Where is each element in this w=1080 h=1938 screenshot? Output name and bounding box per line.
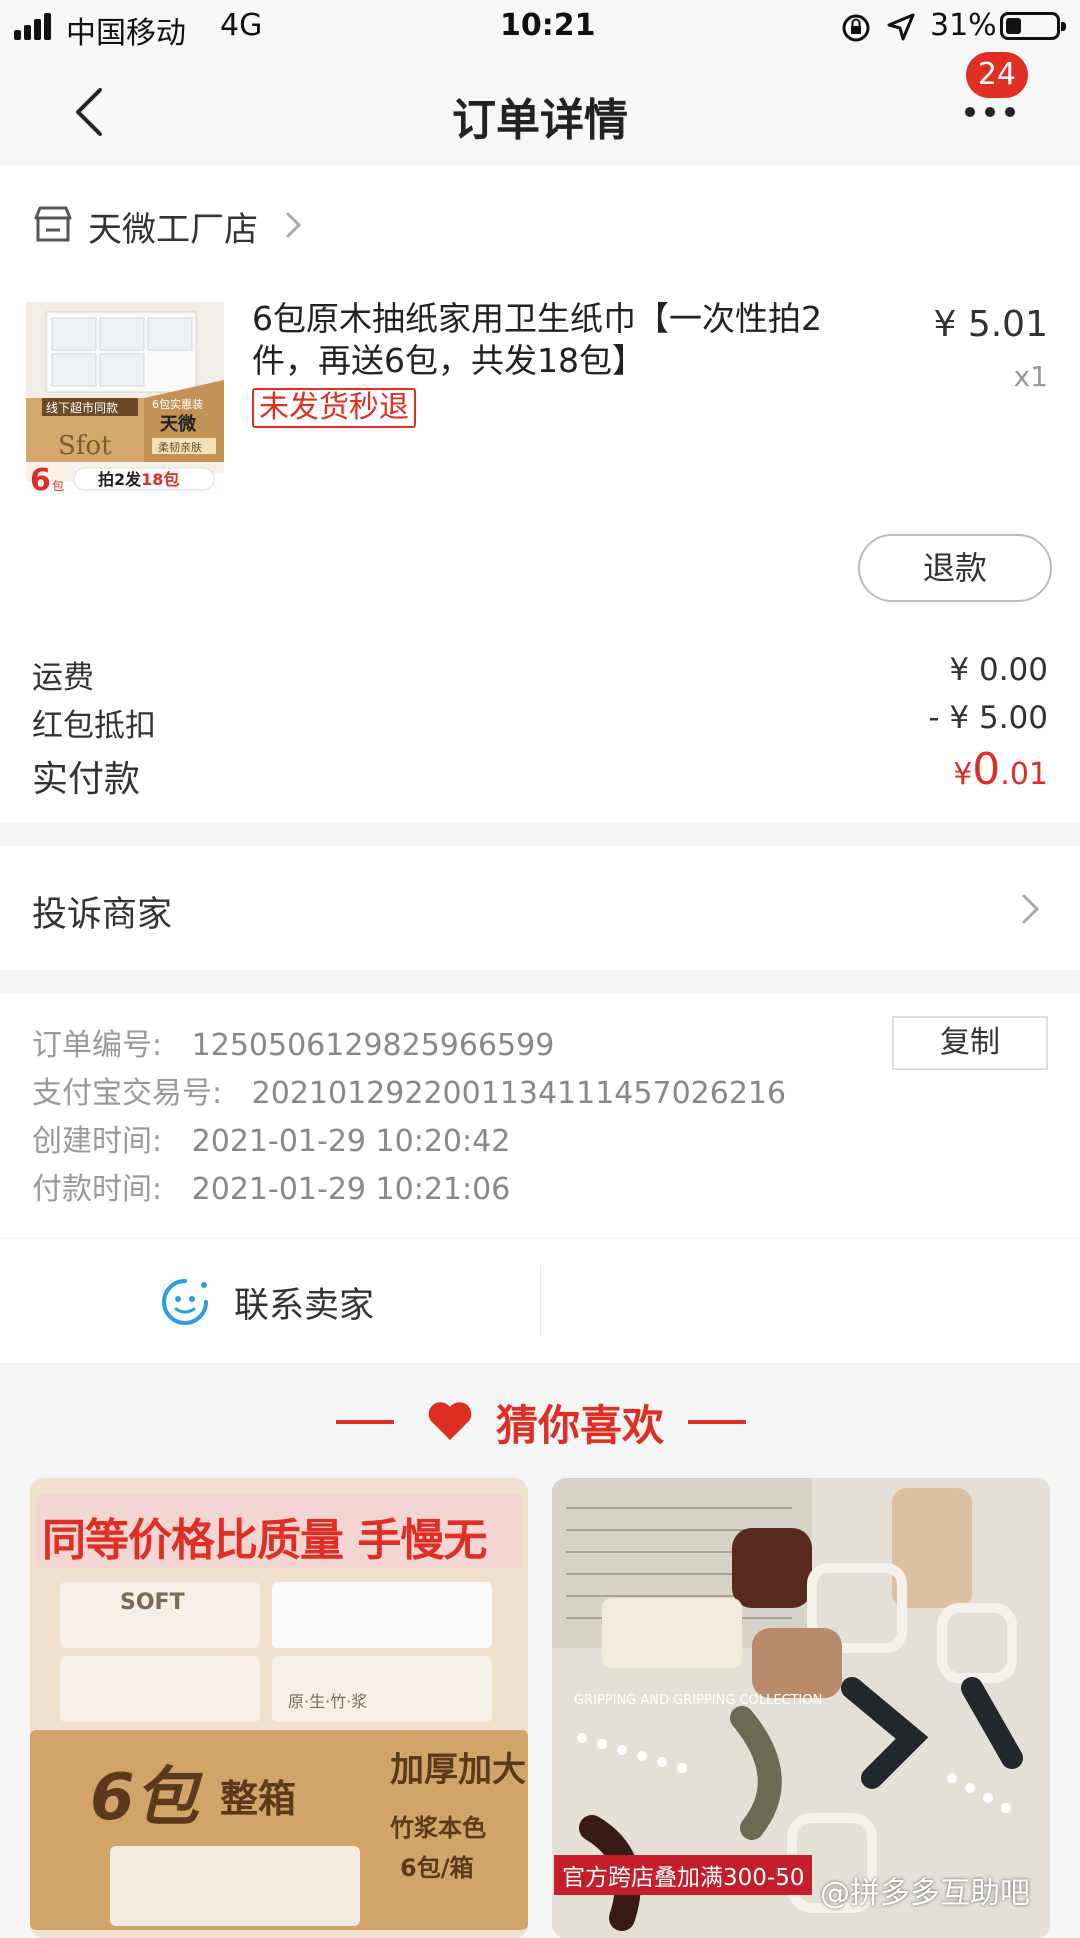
card-promo: 官方跨店叠加满300-50: [554, 1855, 813, 1895]
card-banner: 同等价格比质量 手慢无: [36, 1494, 522, 1568]
copy-button[interactable]: 复制: [892, 1016, 1048, 1070]
order-number-label: 订单编号:: [32, 1028, 163, 1063]
watermark: @拼多多互助吧: [820, 1876, 1030, 1911]
heart-icon: [428, 1402, 472, 1440]
contact-seller-label: 联系卖家: [234, 1286, 375, 1326]
store-row[interactable]: 天微工厂店: [0, 166, 1080, 284]
card-brand: SOFT: [120, 1590, 185, 1615]
chevron-right-icon: [285, 211, 302, 239]
paid-amount: ¥0.01: [953, 744, 1048, 795]
product-card: 线下超市同款 Sfot 6包实惠装 天微 柔韧亲肤 6 包 拍2发18包 6包原…: [0, 284, 1080, 626]
status-bar: 中国移动 4G 10:21 31%: [0, 0, 1080, 56]
divider: [336, 1420, 394, 1424]
complaint-row[interactable]: 投诉商家: [0, 846, 1080, 970]
product-image-slogan: 柔韧亲肤: [158, 440, 202, 454]
order-number-row: 订单编号: 1250506129825966599: [32, 1020, 554, 1064]
complaint-label: 投诉商家: [32, 895, 173, 935]
card-tag-1: 竹浆本色: [390, 1814, 486, 1842]
paid-time-label: 付款时间:: [32, 1172, 163, 1207]
product-price: ¥ 5.01: [933, 304, 1048, 345]
coupon-value: - ¥ 5.00: [928, 700, 1048, 736]
chevron-right-icon: [1021, 893, 1040, 925]
product-image-count: 6: [30, 463, 51, 494]
coupon-label: 红包抵扣: [32, 708, 156, 744]
card-sub: 原·生·竹·浆: [288, 1692, 368, 1711]
product-image-brand-en: Sfot: [58, 431, 112, 461]
refund-button[interactable]: 退款: [858, 534, 1052, 602]
card-tag-2: 6包/箱: [400, 1854, 474, 1882]
svg-text:拍2发18包: 拍2发18包: [98, 470, 179, 489]
recommend-title: 猜你喜欢: [496, 1401, 665, 1450]
network-type: 4G: [220, 8, 263, 43]
paid-time-row: 付款时间: 2021-01-29 10:21:06: [32, 1164, 510, 1208]
card-big-text: 6包: [90, 1761, 199, 1835]
paid-time: 2021-01-29 10:21:06: [191, 1172, 511, 1207]
product-image-unit: 包: [52, 479, 64, 493]
battery-icon: [1000, 12, 1066, 40]
product-quantity: x1: [1013, 360, 1048, 393]
card-side-text: 加厚加大: [390, 1750, 526, 1790]
product-tag: 未发货秒退: [252, 388, 416, 428]
rotation-lock-icon: [842, 14, 870, 42]
divider: [540, 1265, 541, 1337]
battery-percent: 31%: [930, 8, 997, 43]
alipay-number: 2021012922001134111457026216: [251, 1076, 787, 1111]
store-name: 天微工厂店: [88, 210, 258, 250]
paid-int: 0: [972, 744, 1001, 795]
store-icon: [34, 206, 72, 242]
card-banner-text: 同等价格比质量 手慢无: [42, 1515, 487, 1566]
clock: 10:21: [500, 8, 596, 43]
order-number: 1250506129825966599: [191, 1028, 555, 1063]
shipping-label: 运费: [32, 660, 94, 696]
product-image-promo-prefix: 拍2发: [98, 470, 142, 489]
card-big-text-2: 整箱: [220, 1777, 297, 1821]
paid-currency: ¥: [953, 757, 973, 792]
shipping-value: ¥ 0.00: [949, 652, 1048, 688]
page-title: 订单详情: [452, 95, 628, 146]
paid-label: 实付款: [32, 759, 141, 800]
order-info: 订单编号: 1250506129825966599 复制 支付宝交易号: 202…: [0, 994, 1080, 1239]
created-time: 2021-01-29 10:20:42: [191, 1124, 511, 1159]
contact-seller-button[interactable]: 联系卖家: [0, 1239, 1080, 1363]
created-row: 创建时间: 2021-01-29 10:20:42: [32, 1116, 510, 1160]
product-title[interactable]: 6包原木抽纸家用卫生纸巾【一次性拍2件，再送6包，共发18包】: [252, 298, 872, 382]
signal-icon: [14, 12, 60, 40]
notification-badge: 24: [966, 52, 1028, 98]
product-image-promo-highlight: 18包: [141, 470, 179, 489]
nav-header: 订单详情: [0, 56, 1080, 167]
paid-dec: .01: [1000, 757, 1048, 792]
recommend-card-tissue[interactable]: 同等价格比质量 手慢无 SOFT 原·生·竹·浆 6包 整箱 加厚加大 竹浆本色…: [30, 1478, 528, 1938]
product-image-pack: 6包实惠装: [152, 397, 203, 411]
chat-face-icon: [162, 1279, 208, 1325]
divider: [688, 1420, 746, 1424]
recommend-header: 猜你喜欢: [0, 1392, 1080, 1452]
more-button[interactable]: [962, 100, 1018, 124]
product-image[interactable]: 线下超市同款 Sfot 6包实惠装 天微 柔韧亲肤 6 包 拍2发18包: [26, 302, 224, 494]
created-label: 创建时间:: [32, 1124, 163, 1159]
card2-caption: GRIPPING AND GRIPPING COLLECTION: [574, 1693, 822, 1708]
product-image-offline: 线下超市同款: [46, 400, 118, 415]
location-icon: [887, 13, 915, 41]
alipay-row: 支付宝交易号: 2021012922001134111457026216: [32, 1068, 786, 1112]
product-image-brand-cn: 天微: [160, 413, 196, 435]
alipay-label: 支付宝交易号:: [32, 1076, 223, 1111]
carrier: 中国移动: [66, 16, 186, 51]
fee-summary: 运费 ¥ 0.00 红包抵扣 - ¥ 5.00 实付款 ¥0.01: [0, 626, 1080, 822]
